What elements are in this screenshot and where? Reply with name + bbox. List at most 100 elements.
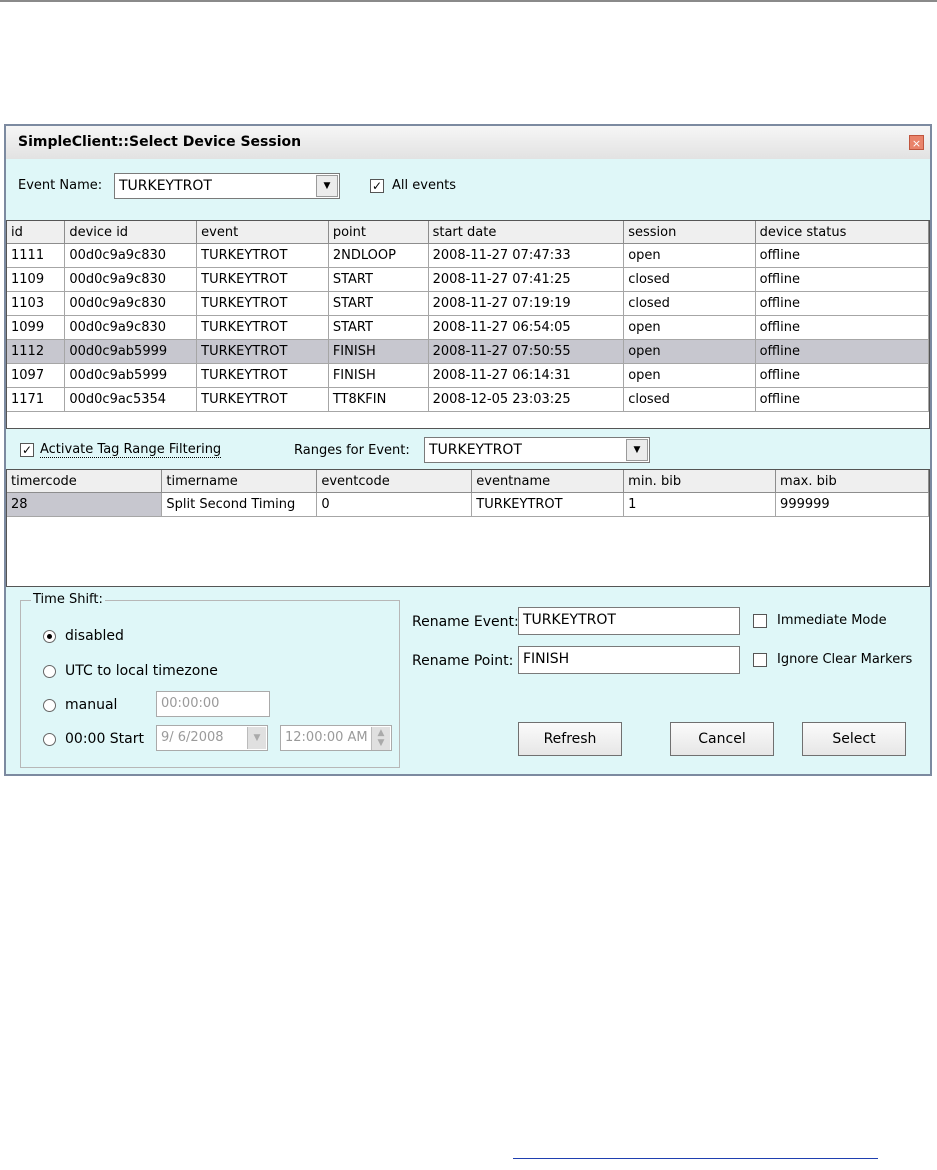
ranges-column-header[interactable]: min. bib <box>623 470 777 493</box>
sessions-column-header[interactable]: start date <box>428 221 625 244</box>
radio-utc-local[interactable] <box>43 665 56 678</box>
chevron-down-icon[interactable]: ▼ <box>316 175 338 197</box>
table-cell: 00d0c9ab5999 <box>64 339 198 364</box>
table-cell: offline <box>755 387 929 412</box>
table-cell: 00d0c9a9c830 <box>64 291 198 316</box>
table-cell: open <box>623 339 756 364</box>
table-cell: offline <box>755 363 929 388</box>
table-cell: 28 <box>7 492 163 517</box>
table-cell: TURKEYTROT <box>196 243 329 268</box>
table-cell: offline <box>755 315 929 340</box>
table-cell: 1099 <box>7 315 66 340</box>
radio-start[interactable] <box>43 733 56 746</box>
ranges-column-header[interactable]: eventcode <box>316 470 473 493</box>
ranges-event-select[interactable]: TURKEYTROT ▼ <box>424 437 650 463</box>
table-cell: 1112 <box>7 339 66 364</box>
table-cell: 999999 <box>775 492 929 517</box>
table-row[interactable]: 1171 00d0c9ac5354 TURKEYTROT TT8KFIN 2008-12… <box>7 387 929 412</box>
table-cell: 1111 <box>7 243 66 268</box>
sessions-column-header[interactable]: session <box>623 221 756 244</box>
event-name-label: Event Name: <box>18 178 103 193</box>
rename-point-input[interactable]: FINISH <box>518 646 740 674</box>
sessions-column-header[interactable]: device status <box>755 221 929 244</box>
table-row[interactable]: 28 Split Second Timing 0 TURKEYTROT 1 999999 <box>7 492 929 517</box>
rename-event-input[interactable]: TURKEYTROT <box>518 607 740 635</box>
table-row[interactable]: 1099 00d0c9a9c830 TURKEYTROT START 2008-11-2… <box>7 315 929 340</box>
ranges-for-event-label: Ranges for Event: <box>294 443 410 458</box>
table-cell: 2008-12-05 23:03:25 <box>428 387 625 412</box>
event-name-value: TURKEYTROT <box>119 178 212 194</box>
table-cell: TURKEYTROT <box>196 291 329 316</box>
close-icon[interactable]: × <box>909 135 924 150</box>
table-cell: TURKEYTROT <box>196 387 329 412</box>
start-time-spinner[interactable]: 12:00:00 AM ▲ ▼ <box>280 725 392 751</box>
table-cell: closed <box>623 267 756 292</box>
table-cell: TURKEYTROT <box>471 492 625 517</box>
table-cell: 2008-11-27 07:19:19 <box>428 291 625 316</box>
table-cell: START <box>328 291 429 316</box>
manual-time-input[interactable]: 00:00:00 <box>156 691 270 717</box>
ignore-clear-markers-label: Ignore Clear Markers <box>777 652 913 667</box>
table-cell: TT8KFIN <box>328 387 429 412</box>
all-events-label: All events <box>392 178 457 193</box>
table-cell: TURKEYTROT <box>196 339 329 364</box>
table-cell: 1 <box>623 492 777 517</box>
ranges-column-header[interactable]: eventname <box>471 470 625 493</box>
select-device-session-dialog: SimpleClient::Select Device Session × Ev… <box>4 124 932 776</box>
table-cell: 2008-11-27 07:41:25 <box>428 267 625 292</box>
ranges-column-header[interactable]: timercode <box>7 470 163 493</box>
title-bar: SimpleClient::Select Device Session × <box>6 126 930 159</box>
table-row[interactable]: 1103 00d0c9a9c830 TURKEYTROT START 2008-11-2… <box>7 291 929 316</box>
tag-range-label: Activate Tag Range Filtering <box>40 442 222 458</box>
sessions-column-header[interactable]: event <box>196 221 329 244</box>
option-manual-label: manual <box>65 697 118 713</box>
tag-range-checkbox[interactable]: ✓ <box>20 443 34 457</box>
event-name-select[interactable]: TURKEYTROT ▼ <box>114 173 340 199</box>
table-cell: offline <box>755 339 929 364</box>
ranges-grid: timercode timername eventcode eventname min.… <box>7 470 929 517</box>
calendar-dropdown-icon[interactable]: ▼ <box>247 727 266 749</box>
table-cell: open <box>623 315 756 340</box>
page-link-underline <box>513 1158 878 1159</box>
table-cell: offline <box>755 267 929 292</box>
table-row[interactable]: 1109 00d0c9a9c830 TURKEYTROT START 2008-11-2… <box>7 267 929 292</box>
radio-manual[interactable] <box>43 699 56 712</box>
table-cell: Split Second Timing <box>161 492 318 517</box>
table-row[interactable]: 1111 00d0c9a9c830 TURKEYTROT 2NDLOOP 2008-11… <box>7 243 929 268</box>
table-cell: TURKEYTROT <box>196 267 329 292</box>
table-cell: 1103 <box>7 291 66 316</box>
rename-event-label: Rename Event: <box>412 614 519 630</box>
table-cell: TURKEYTROT <box>196 363 329 388</box>
ignore-clear-markers-checkbox[interactable] <box>753 653 767 667</box>
sessions-column-header[interactable]: id <box>7 221 66 244</box>
immediate-mode-label: Immediate Mode <box>777 613 887 628</box>
ranges-column-header[interactable]: timername <box>161 470 318 493</box>
immediate-mode-checkbox[interactable] <box>753 614 767 628</box>
page-top-rule <box>0 0 937 2</box>
table-row[interactable]: 1112 00d0c9ab5999 TURKEYTROT FINISH 2008-11-… <box>7 339 929 364</box>
chevron-down-icon[interactable]: ▼ <box>626 439 648 461</box>
table-row[interactable]: 1097 00d0c9ab5999 TURKEYTROT FINISH 2008-11-… <box>7 363 929 388</box>
table-cell: 2008-11-27 07:47:33 <box>428 243 625 268</box>
table-cell: 1097 <box>7 363 66 388</box>
table-cell: open <box>623 243 756 268</box>
table-cell: 2008-11-27 07:50:55 <box>428 339 625 364</box>
refresh-button[interactable]: Refresh <box>518 722 622 756</box>
ranges-table: timercode timername eventcode eventname min.… <box>6 469 930 587</box>
table-cell: 00d0c9a9c830 <box>64 315 198 340</box>
cancel-button[interactable]: Cancel <box>670 722 774 756</box>
sessions-column-header[interactable]: point <box>328 221 429 244</box>
radio-disabled[interactable] <box>43 630 56 643</box>
window-title: SimpleClient::Select Device Session <box>18 134 302 150</box>
start-time-value: 12:00:00 AM <box>285 730 368 745</box>
sessions-table: id device id event point start date session de… <box>6 220 930 429</box>
spinner-arrows-icon[interactable]: ▲ ▼ <box>371 727 390 750</box>
all-events-checkbox[interactable]: ✓ <box>370 179 384 193</box>
start-date-picker[interactable]: 9/ 6/2008 ▼ <box>156 725 268 751</box>
sessions-column-header[interactable]: device id <box>64 221 198 244</box>
radio-selected-dot <box>47 634 52 639</box>
table-cell: TURKEYTROT <box>196 315 329 340</box>
select-button[interactable]: Select <box>802 722 906 756</box>
ranges-column-header[interactable]: max. bib <box>775 470 929 493</box>
table-cell: 0 <box>316 492 473 517</box>
